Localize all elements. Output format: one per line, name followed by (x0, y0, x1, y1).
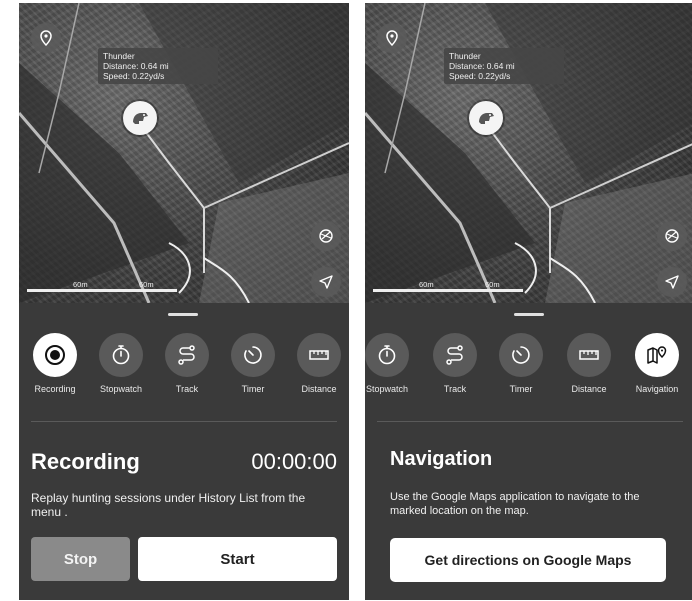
locate-button[interactable] (311, 267, 341, 297)
panel-divider (377, 421, 683, 422)
stopwatch-icon (378, 345, 396, 365)
tool-label: Stopwatch (365, 384, 409, 394)
tool-timer[interactable]: Timer (223, 333, 283, 394)
locate-arrow-icon (319, 275, 333, 289)
tool-label: Timer (509, 384, 533, 394)
dog-speed: Speed: 0.22yd/s (103, 71, 165, 81)
dog-name: Thunder (449, 51, 481, 61)
tool-navigation-circle (635, 333, 679, 377)
tool-stopwatch-circle (365, 333, 409, 377)
layers-button[interactable] (657, 221, 687, 251)
dog-distance: Distance: 0.64 mi (449, 61, 515, 71)
scale-bar (27, 289, 177, 292)
tool-stopwatch[interactable]: Stopwatch (365, 333, 417, 394)
tool-track-circle (433, 333, 477, 377)
bottom-panel: Stopwatch Track Timer Distance Navigatio… (365, 303, 692, 600)
stopwatch-icon (112, 345, 130, 365)
layers-icon (665, 229, 679, 243)
tool-track[interactable]: Track (425, 333, 485, 394)
dog-marker-icon (479, 113, 494, 124)
ruler-icon (309, 350, 329, 360)
tool-distance[interactable]: Distance (289, 333, 349, 394)
tool-distance-circle (567, 333, 611, 377)
timer-icon (512, 346, 530, 364)
timer-icon (244, 346, 262, 364)
google-maps-directions-button[interactable]: Get directions on Google Maps (390, 538, 666, 582)
dog-info-card: Thunder Distance: 0.64 mi Speed: 0.22yd/… (444, 48, 564, 84)
locate-arrow-icon (665, 275, 679, 289)
scale-label-b: 60m (485, 280, 500, 289)
tool-label: Distance (301, 384, 337, 394)
satellite-map[interactable]: Thunder Distance: 0.64 mi Speed: 0.22yd/… (365, 3, 692, 303)
location-pin-button[interactable] (377, 23, 407, 53)
scale-label-a: 60m (419, 280, 434, 289)
layers-button[interactable] (311, 221, 341, 251)
tool-timer[interactable]: Timer (491, 333, 551, 394)
locate-button[interactable] (657, 267, 687, 297)
dog-marker[interactable] (469, 101, 503, 135)
recording-title: Recording (31, 449, 140, 474)
navigation-screen: Thunder Distance: 0.64 mi Speed: 0.22yd/… (365, 3, 692, 600)
drag-handle[interactable] (168, 313, 198, 316)
tool-recording-circle (33, 333, 77, 377)
tool-track-circle (165, 333, 209, 377)
navigation-title: Navigation (390, 448, 493, 470)
stop-button[interactable]: Stop (31, 537, 130, 581)
scale-label-a: 60m (73, 280, 88, 289)
tool-navigation[interactable]: Navigation (627, 333, 687, 394)
tool-distance[interactable]: Distance (559, 333, 619, 394)
start-button[interactable]: Start (138, 537, 337, 581)
tool-label: Stopwatch (99, 384, 143, 394)
tool-recording[interactable]: Recording (25, 333, 85, 394)
tool-label: Timer (241, 384, 265, 394)
recording-timer: 00:00:00 (251, 449, 337, 474)
location-pin-icon (40, 30, 52, 46)
tool-label: Track (175, 384, 199, 394)
tool-track[interactable]: Track (157, 333, 217, 394)
track-path-icon (178, 345, 195, 365)
tool-label: Recording (34, 384, 76, 394)
tool-distance-circle (297, 333, 341, 377)
recording-description: Replay hunting sessions under History Li… (31, 491, 306, 519)
dog-speed: Speed: 0.22yd/s (449, 71, 511, 81)
map-navigation-icon (647, 346, 667, 364)
tool-stopwatch-circle (99, 333, 143, 377)
bottom-panel: Recording Stopwatch Track Timer Distance (19, 303, 349, 600)
tool-timer-circle (499, 333, 543, 377)
dog-name: Thunder (103, 51, 135, 61)
panel-divider (31, 421, 337, 422)
dog-info-card: Thunder Distance: 0.64 mi Speed: 0.22yd/… (98, 48, 218, 84)
dog-marker-icon (133, 113, 148, 124)
tool-timer-circle (231, 333, 275, 377)
scale-bar (373, 289, 523, 292)
layers-icon (319, 229, 333, 243)
satellite-map[interactable]: Thunder Distance: 0.64 mi Speed: 0.22yd/… (19, 3, 349, 303)
track-path-icon (446, 345, 463, 365)
ruler-icon (579, 350, 599, 360)
recording-screen: Thunder Distance: 0.64 mi Speed: 0.22yd/… (19, 3, 349, 600)
tool-stopwatch[interactable]: Stopwatch (91, 333, 151, 394)
dog-distance: Distance: 0.64 mi (103, 61, 169, 71)
drag-handle[interactable] (514, 313, 544, 316)
scale-label-b: 60m (139, 280, 154, 289)
tool-label: Navigation (635, 384, 679, 394)
tool-label: Track (443, 384, 467, 394)
record-icon (45, 345, 65, 365)
navigation-description: Use the Google Maps application to navig… (390, 491, 640, 517)
location-pin-icon (386, 30, 398, 46)
tool-label: Distance (571, 384, 607, 394)
dog-marker[interactable] (123, 101, 157, 135)
location-pin-button[interactable] (31, 23, 61, 53)
